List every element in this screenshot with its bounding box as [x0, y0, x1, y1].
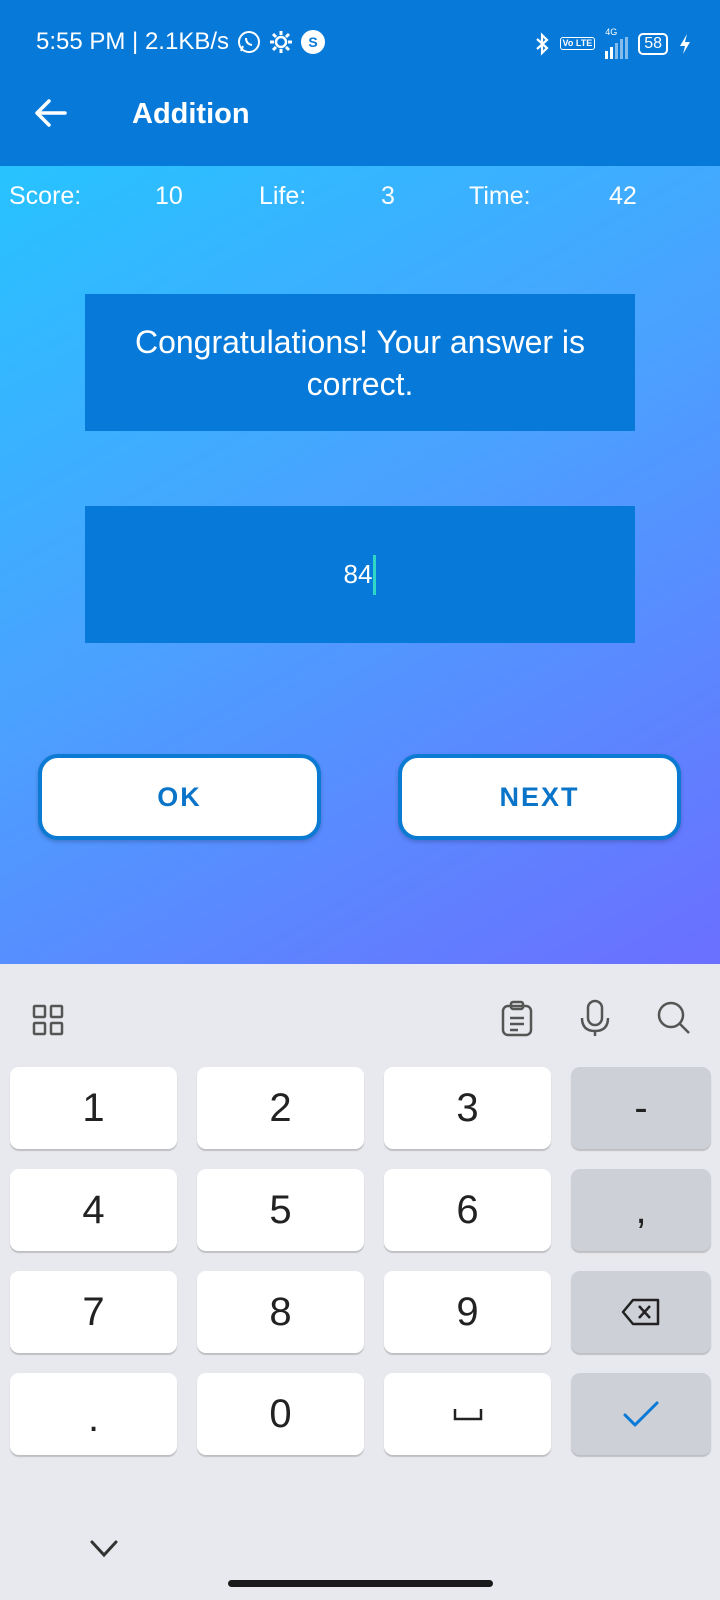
ok-button[interactable]: OK — [38, 754, 321, 840]
microphone-icon[interactable] — [578, 998, 612, 1043]
key-8[interactable]: 8 — [197, 1271, 364, 1353]
charging-icon — [678, 33, 692, 55]
result-message: Congratulations! Your answer is correct. — [85, 294, 635, 431]
text-caret — [373, 554, 377, 595]
game-area: Score: 10 Life: 3 Time: 42 Congratulatio… — [0, 166, 720, 964]
backspace-icon — [621, 1298, 660, 1326]
status-bar-left: 5:55 PM | 2.1KB/s S — [36, 28, 325, 56]
score-value: 10 — [155, 182, 183, 210]
backspace-key[interactable] — [571, 1271, 711, 1353]
score-label: Score: — [9, 182, 82, 210]
status-time: 5:55 PM | 2.1KB/s — [36, 28, 229, 55]
key-7[interactable]: 7 — [10, 1271, 177, 1353]
volte-icon: Vo LTE — [559, 37, 596, 50]
apps-grid-icon[interactable] — [32, 1004, 64, 1041]
next-button[interactable]: NEXT — [398, 754, 681, 840]
s-app-icon: S — [301, 30, 325, 54]
key-0[interactable]: 0 — [197, 1373, 364, 1455]
space-key[interactable] — [384, 1373, 551, 1455]
signal-icon: 4G — [605, 27, 629, 59]
clipboard-icon[interactable] — [500, 1000, 534, 1043]
done-key[interactable] — [571, 1373, 711, 1455]
key-4[interactable]: 4 — [10, 1169, 177, 1251]
key-9[interactable]: 9 — [384, 1271, 551, 1353]
home-indicator[interactable] — [228, 1580, 493, 1587]
back-arrow-icon[interactable] — [34, 96, 68, 130]
time-label: Time: — [469, 182, 531, 210]
whatsapp-icon — [237, 30, 261, 54]
key-2[interactable]: 2 — [197, 1067, 364, 1149]
chevron-down-icon[interactable] — [90, 1540, 118, 1563]
answer-input[interactable]: 84 — [85, 506, 635, 643]
numeric-keyboard: 1 2 3 - 4 5 6 , 7 8 9 . 0 — [0, 964, 720, 1600]
key-3[interactable]: 3 — [384, 1067, 551, 1149]
bluetooth-icon — [534, 31, 550, 56]
time-value: 42 — [609, 182, 637, 210]
space-icon — [453, 1409, 482, 1421]
life-value: 3 — [381, 182, 395, 210]
key-5[interactable]: 5 — [197, 1169, 364, 1251]
settings-gear-icon — [269, 30, 293, 54]
key-comma[interactable]: , — [571, 1169, 711, 1251]
battery-indicator: 58 — [638, 32, 668, 55]
status-bar-right: Vo LTE 4G 58 — [534, 28, 692, 59]
network-type: 4G — [605, 27, 618, 37]
life-label: Life: — [259, 182, 307, 210]
page-title: Addition — [132, 98, 250, 130]
check-icon — [623, 1401, 659, 1427]
key-period[interactable]: . — [10, 1373, 177, 1455]
key-6[interactable]: 6 — [384, 1169, 551, 1251]
key-minus[interactable]: - — [571, 1067, 711, 1149]
key-1[interactable]: 1 — [10, 1067, 177, 1149]
app-header: 5:55 PM | 2.1KB/s S Vo LTE 4G 58 Additio… — [0, 0, 720, 166]
search-icon[interactable] — [656, 1000, 692, 1041]
answer-value: 84 — [343, 559, 373, 589]
